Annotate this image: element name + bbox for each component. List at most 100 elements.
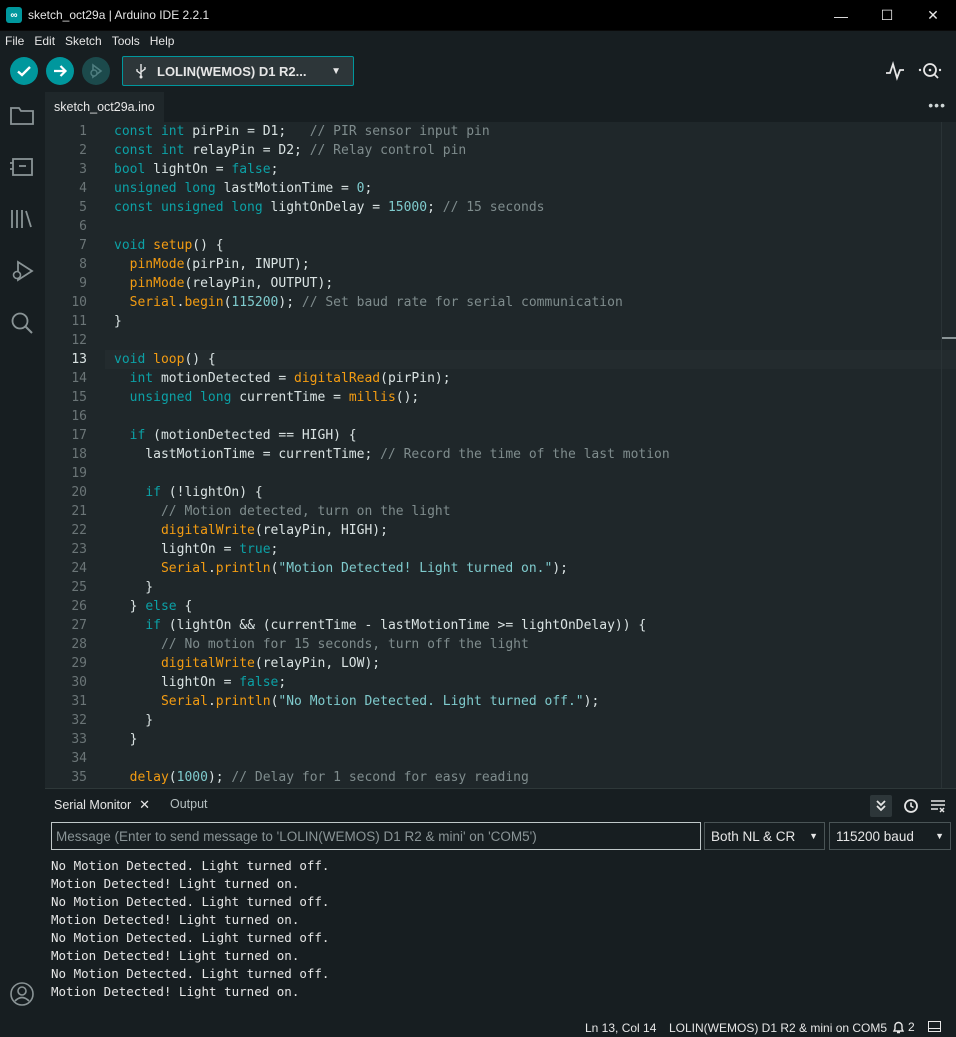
code-line[interactable]: pinMode(pirPin, INPUT); [114, 255, 670, 274]
code-line[interactable]: lightOn = false; [114, 673, 670, 692]
line-number: 23 [71, 542, 87, 557]
line-number: 13 [71, 352, 87, 367]
tab-serial-monitor[interactable]: Serial Monitor ✕ [54, 797, 150, 813]
code-line[interactable]: digitalWrite(relayPin, HIGH); [114, 521, 670, 540]
code-line[interactable]: } [114, 312, 670, 331]
code-line[interactable]: } [114, 730, 670, 749]
code-line[interactable]: unsigned long currentTime = millis(); [114, 388, 670, 407]
line-number: 1 [79, 124, 87, 139]
board-port-status[interactable]: LOLIN(WEMOS) D1 R2 & mini on COM5 [669, 1021, 887, 1035]
code-token: ); [207, 770, 232, 785]
debug-button[interactable] [82, 57, 110, 85]
code-line[interactable]: Serial.begin(115200); // Set baud rate f… [114, 293, 670, 312]
tab-sketch-file[interactable]: sketch_oct29a.ino [45, 91, 164, 122]
plotter-icon [886, 60, 904, 81]
code-line[interactable] [114, 464, 670, 483]
code-line[interactable]: unsigned long lastMotionTime = 0; [114, 179, 670, 198]
line-number-gutter: 1 2 3 4 5 6 7 8 9 10 11 12 13 14 15 16 17 18 19 20 21 22 23 24 2… [45, 122, 105, 787]
menu-sketch[interactable]: Sketch [60, 34, 107, 48]
scrollbar-position-marker[interactable] [942, 337, 956, 339]
baud-rate-select[interactable]: 115200 baud ▼ [829, 822, 951, 850]
code-line[interactable]: const int relayPin = D2; // Relay contro… [114, 141, 670, 160]
menu-edit[interactable]: Edit [29, 34, 60, 48]
code-token: lightOn = [153, 162, 232, 177]
code-token: const int [114, 143, 193, 158]
code-line[interactable]: } [114, 578, 670, 597]
close-button[interactable]: ✕ [910, 0, 956, 31]
cursor-position[interactable]: Ln 13, Col 14 [585, 1021, 656, 1035]
code-line[interactable]: } [114, 711, 670, 730]
code-line[interactable] [114, 407, 670, 426]
line-number: 8 [79, 257, 87, 272]
code-line[interactable]: void loop() { [114, 350, 670, 369]
code-editor[interactable]: 1 2 3 4 5 6 7 8 9 10 11 12 13 14 15 16 17 18 19 20 21 22 23 24 2… [45, 122, 956, 788]
serial-message-input[interactable] [51, 822, 701, 850]
more-actions-icon[interactable]: ••• [928, 97, 946, 113]
boards-manager-icon[interactable] [8, 153, 36, 181]
code-line[interactable]: if (!lightOn) { [114, 483, 670, 502]
code-line[interactable] [114, 749, 670, 768]
code-token: if [145, 485, 169, 500]
code-token: false [231, 162, 271, 177]
clear-output-button[interactable] [927, 795, 949, 817]
line-number: 15 [71, 390, 87, 405]
notifications[interactable]: 2 [892, 1020, 915, 1034]
code-line[interactable]: // Motion detected, turn on the light [114, 502, 670, 521]
timestamp-button[interactable] [900, 795, 922, 817]
library-manager-icon[interactable] [8, 205, 36, 233]
serial-monitor-label: Serial Monitor [54, 798, 132, 812]
folder-icon[interactable] [8, 101, 36, 129]
panel-toggle-icon[interactable] [928, 1021, 941, 1032]
line-ending-select[interactable]: Both NL & CR ▼ [704, 822, 825, 850]
code-line[interactable]: // No motion for 15 seconds, turn off th… [114, 635, 670, 654]
code-token: () { [184, 352, 216, 367]
code-line[interactable] [114, 331, 670, 350]
code-line[interactable]: lightOn = true; [114, 540, 670, 559]
autoscroll-button[interactable] [870, 795, 892, 817]
tab-output[interactable]: Output [170, 797, 208, 811]
code-line[interactable]: pinMode(relayPin, OUTPUT); [114, 274, 670, 293]
board-selector[interactable]: LOLIN(WEMOS) D1 R2... ▼ [122, 56, 354, 86]
code-line[interactable]: digitalWrite(relayPin, LOW); [114, 654, 670, 673]
verify-button[interactable] [10, 57, 38, 85]
upload-button[interactable] [46, 57, 74, 85]
arduino-infinity-icon: ∞ [6, 7, 22, 23]
code-line[interactable]: delay(1000); // Delay for 1 second for e… [114, 768, 670, 787]
menu-file[interactable]: File [0, 34, 29, 48]
maximize-button[interactable]: ☐ [864, 0, 910, 31]
code-line[interactable]: Serial.println("Motion Detected! Light t… [114, 559, 670, 578]
minimize-button[interactable]: — [818, 0, 864, 31]
search-icon[interactable] [8, 309, 36, 337]
account-icon[interactable] [8, 980, 36, 1008]
code-line[interactable]: bool lightOn = false; [114, 160, 670, 179]
close-icon[interactable]: ✕ [139, 797, 150, 813]
serial-plotter-button[interactable] [884, 60, 906, 82]
code-line[interactable]: void setup() { [114, 236, 670, 255]
code-lines[interactable]: const int pirPin = D1; // PIR sensor inp… [114, 122, 670, 787]
code-line[interactable]: const int pirPin = D1; // PIR sensor inp… [114, 122, 670, 141]
menu-help[interactable]: Help [145, 34, 180, 48]
code-line[interactable]: if (motionDetected == HIGH) { [114, 426, 670, 445]
code-line[interactable]: Serial.println("No Motion Detected. Ligh… [114, 692, 670, 711]
code-line[interactable]: int motionDetected = digitalRead(pirPin)… [114, 369, 670, 388]
code-line[interactable]: } else { [114, 597, 670, 616]
debug-icon[interactable] [8, 257, 36, 285]
double-chevron-down-icon [876, 800, 886, 812]
code-line[interactable] [114, 217, 670, 236]
status-bar: Ln 13, Col 14 LOLIN(WEMOS) D1 R2 & mini … [0, 1017, 956, 1037]
code-line[interactable]: lastMotionTime = currentTime; // Record … [114, 445, 669, 464]
code-line[interactable]: if (lightOn && (currentTime - lastMotion… [114, 616, 670, 635]
code-line[interactable]: const unsigned long lightOnDelay = 15000… [114, 198, 670, 217]
code-token: Serial [160, 561, 208, 576]
code-token: digitalWrite [160, 656, 255, 671]
clear-list-icon [931, 800, 945, 813]
line-ending-value: Both NL & CR [711, 828, 796, 844]
menu-tools[interactable]: Tools [107, 34, 145, 48]
serial-monitor-button[interactable] [918, 60, 942, 82]
code-token: const int [114, 124, 193, 139]
editor-scrollbar-track[interactable] [941, 122, 942, 788]
line-number: 12 [71, 333, 87, 348]
line-number: 16 [71, 409, 87, 424]
line-number: 30 [71, 675, 87, 690]
